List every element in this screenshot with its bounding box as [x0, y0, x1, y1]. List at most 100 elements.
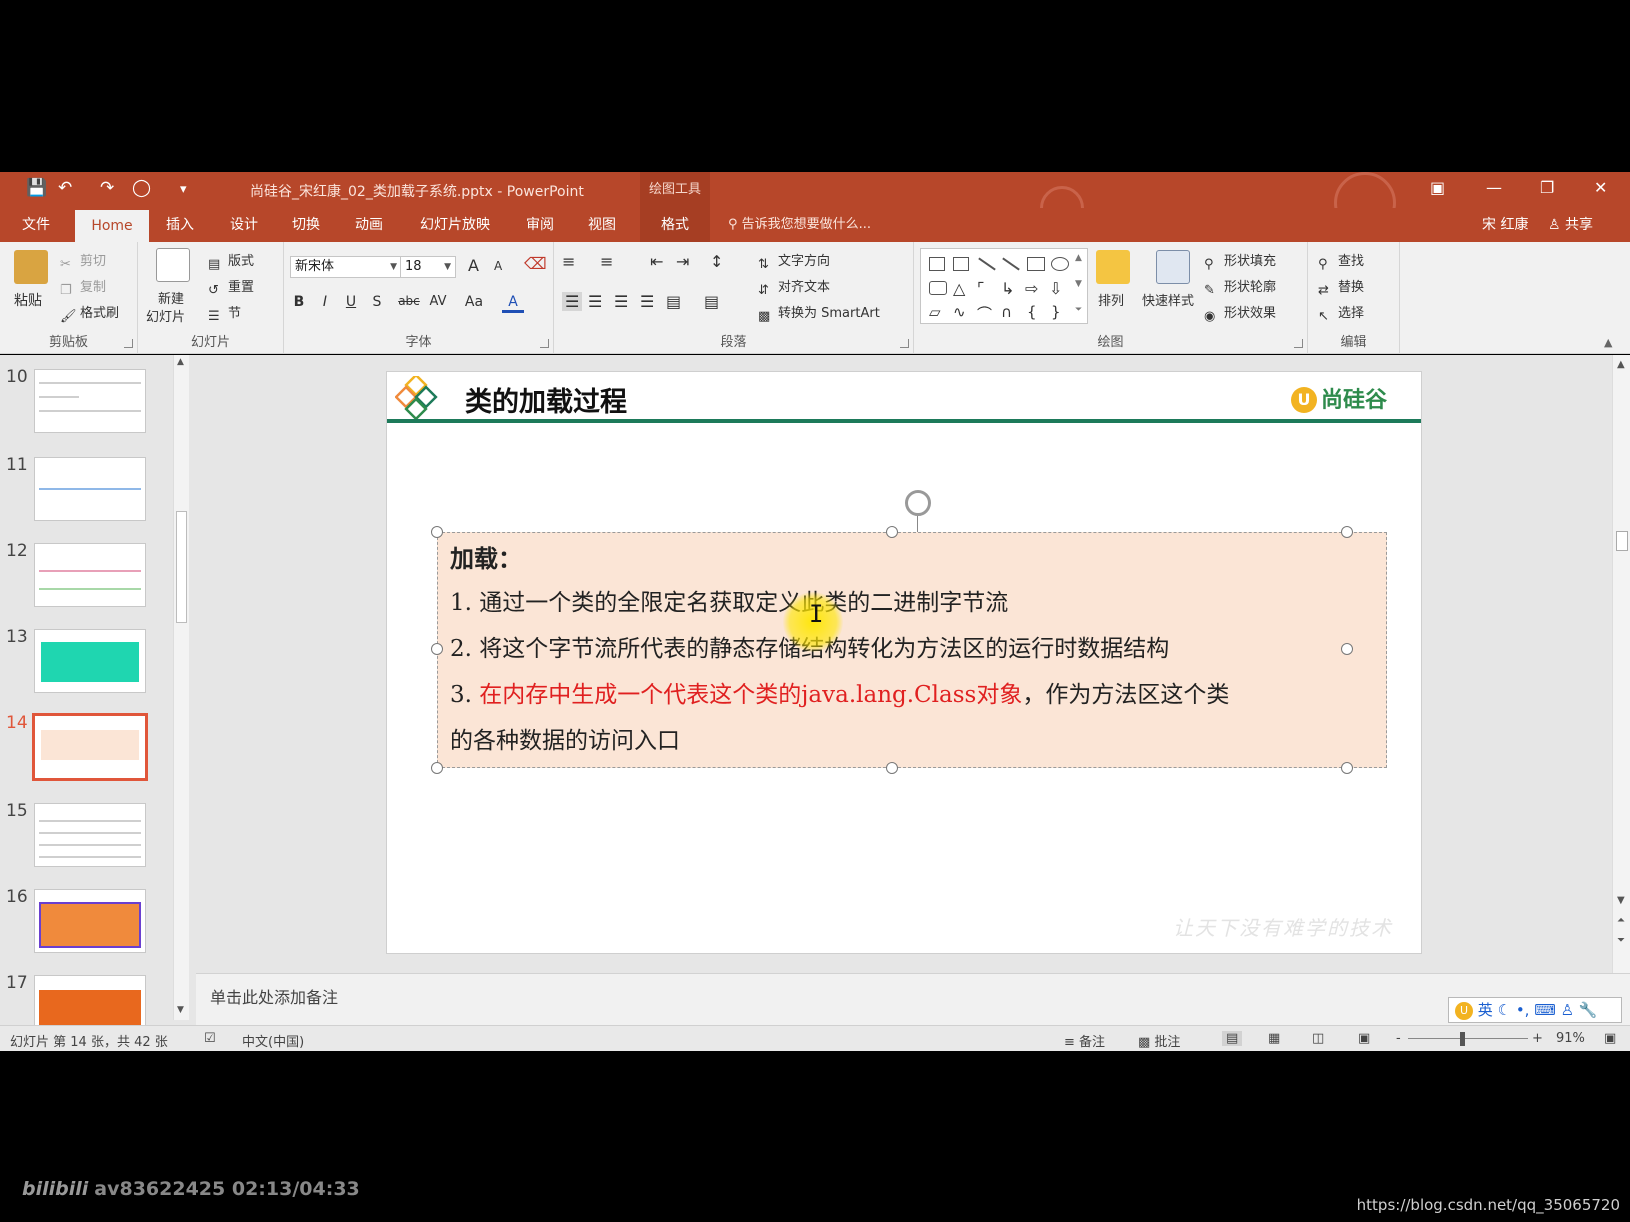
ime-toolbar[interactable]: U 英 ☾ •, ⌨ ♙ 🔧 — [1448, 997, 1622, 1023]
paste-button[interactable]: 粘贴 — [14, 290, 42, 310]
language-indicator[interactable]: 中文(中国) — [242, 1031, 304, 1050]
new-slide-label-1[interactable]: 新建 — [158, 288, 184, 307]
thumbnail-scrollbar[interactable]: ▲ ▼ — [173, 355, 189, 1020]
rotate-handle-icon[interactable] — [905, 490, 931, 516]
shape-outline-button[interactable]: ✎ 形状轮廓 — [1204, 276, 1276, 299]
font-size-select[interactable]: 18 ▼ — [400, 256, 456, 278]
undo-icon[interactable]: ↶ — [58, 178, 72, 198]
resize-handle[interactable] — [431, 762, 443, 774]
scroll-down-icon[interactable]: ▼ — [1617, 895, 1625, 906]
tab-format[interactable]: 格式 — [640, 208, 710, 242]
slide-thumbnail[interactable] — [34, 543, 146, 607]
resize-handle[interactable] — [1341, 643, 1353, 655]
scroll-up-icon[interactable]: ▲ — [1617, 359, 1625, 370]
slide-thumbnail[interactable] — [34, 457, 146, 521]
slideshow-view-icon[interactable]: ▣ — [1358, 1031, 1370, 1046]
start-from-beginning-icon[interactable]: ◯ — [132, 178, 151, 198]
scrollbar-thumb[interactable] — [176, 511, 187, 623]
right-brace-shape-icon[interactable]: } — [1051, 303, 1061, 321]
grow-font-button[interactable]: A — [468, 256, 479, 275]
layout-button[interactable]: ▤ 版式 — [208, 250, 254, 273]
textbox-heading[interactable]: 加载： — [450, 539, 522, 574]
shadow-button[interactable]: S — [366, 294, 388, 310]
tab-insert[interactable]: 插入 — [156, 208, 204, 242]
dialog-launcher-icon[interactable] — [900, 339, 909, 348]
tell-me-box[interactable]: ⚲ 告诉我您想要做什么... — [728, 208, 871, 242]
slide-title[interactable]: 类的加载过程 — [465, 380, 627, 419]
slide-thumbnail[interactable] — [34, 803, 146, 867]
slide-thumbnail[interactable] — [34, 629, 146, 693]
numbering-icon[interactable]: ≡ — [600, 252, 613, 271]
rounded-rectangle-shape-icon[interactable] — [929, 281, 947, 295]
tab-slideshow[interactable]: 幻灯片放映 — [410, 208, 500, 242]
fit-to-window-icon[interactable]: ▣ — [1604, 1031, 1616, 1046]
clear-formatting-icon[interactable]: ⌫ — [524, 254, 547, 273]
zoom-out-button[interactable]: - — [1396, 1031, 1401, 1046]
reset-button[interactable]: ↺ 重置 — [208, 276, 254, 299]
elbow-connector-icon[interactable]: ⌜ — [977, 279, 985, 298]
share-button[interactable]: ♙ 共享 — [1548, 208, 1593, 242]
shape-effects-button[interactable]: ◉ 形状效果 — [1204, 302, 1276, 325]
resize-handle[interactable] — [431, 526, 443, 538]
scroll-up-icon[interactable]: ▲ — [177, 357, 184, 367]
spell-check-icon[interactable]: ☑ — [204, 1031, 216, 1046]
next-slide-icon[interactable]: ⏷ — [1617, 935, 1625, 946]
justify-icon[interactable]: ☰ — [640, 292, 654, 311]
align-left-icon[interactable]: ☰ — [562, 292, 583, 311]
curve-shape-icon[interactable]: ∩ — [1001, 303, 1012, 321]
textbox-line-3[interactable]: 3. 在内存中生成一个代表这个类的java.lang.Class对象，作为方法区… — [450, 675, 1229, 709]
zoom-slider[interactable] — [1408, 1038, 1528, 1039]
align-center-icon[interactable]: ☰ — [588, 292, 602, 311]
save-icon[interactable]: 💾 — [26, 178, 47, 198]
ime-language[interactable]: 英 — [1478, 1001, 1493, 1019]
vertical-textbox-shape-icon[interactable] — [953, 257, 969, 271]
collapse-ribbon-icon[interactable]: ▲ — [1604, 336, 1612, 349]
tab-view[interactable]: 视图 — [578, 208, 626, 242]
tab-transitions[interactable]: 切换 — [282, 208, 330, 242]
freeform-shape-icon[interactable]: ▱ — [929, 303, 941, 321]
user-icon[interactable]: ♙ — [1561, 1001, 1574, 1019]
close-icon[interactable]: ✕ — [1594, 178, 1607, 197]
decrease-indent-icon[interactable]: ⇤ — [650, 252, 663, 271]
slide-thumbnail[interactable] — [34, 975, 146, 1025]
notes-placeholder[interactable]: 单击此处添加备注 — [210, 984, 338, 1008]
rectangle-shape-icon[interactable] — [1027, 257, 1045, 271]
tab-design[interactable]: 设计 — [220, 208, 268, 242]
comments-toggle[interactable]: ▩ 批注 — [1138, 1031, 1180, 1050]
redo-icon[interactable]: ↷ — [100, 178, 114, 198]
dialog-launcher-icon[interactable] — [1294, 339, 1303, 348]
cut-button[interactable]: ✂ 剪切 — [60, 250, 106, 273]
text-direction-button[interactable]: ⇅ 文字方向 — [758, 250, 830, 273]
underline-button[interactable]: U — [340, 294, 362, 310]
arrange-button[interactable]: 排列 — [1098, 290, 1124, 309]
slide-thumbnail[interactable] — [34, 889, 146, 953]
zoom-in-button[interactable]: + — [1532, 1031, 1543, 1046]
slide-canvas[interactable]: 类的加载过程 U 尚硅谷 加载： 1. 通过一个类的全限定名获取定义此类的二进制字… — [386, 371, 1422, 954]
restore-icon[interactable]: ❐ — [1540, 178, 1554, 197]
settings-wrench-icon[interactable]: 🔧 — [1579, 1001, 1598, 1019]
moon-icon[interactable]: ☾ — [1498, 1001, 1511, 1019]
tab-home[interactable]: Home — [75, 210, 149, 244]
increase-indent-icon[interactable]: ⇥ — [676, 252, 689, 271]
italic-button[interactable]: I — [314, 294, 336, 310]
shrink-font-button[interactable]: A — [494, 259, 502, 273]
punctuation-icon[interactable]: •, — [1516, 1001, 1530, 1019]
zoom-slider-thumb[interactable] — [1460, 1032, 1465, 1046]
dialog-launcher-icon[interactable] — [540, 339, 549, 348]
content-textbox[interactable]: 加载： 1. 通过一个类的全限定名获取定义此类的二进制字节流 2. 将这个字节流… — [437, 532, 1387, 768]
slide-sorter-icon[interactable]: ▦ — [1268, 1031, 1280, 1046]
resize-handle[interactable] — [886, 526, 898, 538]
section-button[interactable]: ☰ 节 — [208, 302, 241, 325]
shapes-gallery[interactable]: △ ⌜ ↳ ⇨ ⇩ ▱ ∿ ⌒ ∩ { } ▲ ▼ ⏷ — [920, 248, 1088, 324]
columns-icon[interactable]: ▤ — [704, 292, 719, 311]
notes-pane[interactable]: 单击此处添加备注 — [196, 973, 1630, 1025]
gallery-scroll-up-icon[interactable]: ▲ — [1075, 253, 1082, 263]
scroll-down-icon[interactable]: ▼ — [177, 1005, 184, 1015]
replace-button[interactable]: ⇄ 替换 — [1318, 276, 1364, 299]
textbox-line-4[interactable]: 的各种数据的访问入口 — [450, 721, 680, 755]
shape-fill-button[interactable]: ⚲ 形状填充 — [1204, 250, 1276, 273]
arc-shape-icon[interactable]: ⌒ — [977, 303, 992, 324]
previous-slide-icon[interactable]: ⏶ — [1617, 915, 1625, 926]
zoom-level[interactable]: 91% — [1556, 1031, 1585, 1046]
quick-styles-button[interactable]: 快速样式 — [1142, 290, 1194, 309]
